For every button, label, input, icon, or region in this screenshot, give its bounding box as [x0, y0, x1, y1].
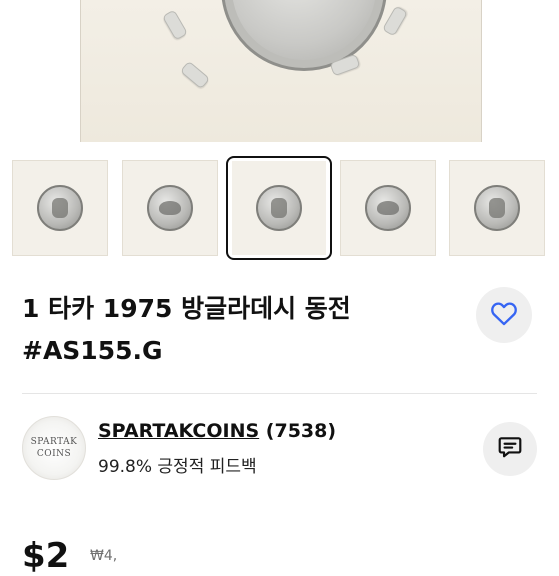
thumbnail-1[interactable]	[12, 160, 108, 256]
coin-thumbnail	[365, 185, 411, 231]
listing-title-line2: #AS155.G	[22, 336, 163, 365]
heart-icon	[490, 300, 518, 330]
thumbnail-3-selected[interactable]	[226, 156, 332, 260]
coin-holder-photo	[80, 0, 482, 142]
coin-image	[221, 0, 387, 71]
seller-name-link[interactable]: SPARTAKCOINS	[98, 420, 259, 442]
listing-title: 1 타카 1975 방글라데시 동전 #AS155.G	[22, 288, 462, 372]
holder-tab	[161, 9, 189, 41]
section-divider	[22, 393, 537, 394]
watch-button[interactable]	[476, 287, 532, 343]
seller-logo-text-bottom: COINS	[36, 449, 72, 459]
price: $2	[22, 536, 70, 576]
thumbnail-5[interactable]	[449, 160, 545, 256]
coin-thumbnail	[256, 185, 302, 231]
seller-feedback: 99.8% 긍정적 피드백	[98, 457, 257, 477]
main-image[interactable]	[0, 0, 559, 142]
thumbnail-strip	[12, 156, 559, 260]
seller-rating-count: (7538)	[265, 420, 337, 442]
seller-info: SPARTAKCOINS (7538)	[98, 420, 336, 442]
listing-title-line1: 1 타카 1975 방글라데시 동전	[22, 294, 351, 323]
thumbnail-2[interactable]	[122, 160, 218, 256]
holder-tab	[179, 60, 211, 90]
coin-thumbnail	[147, 185, 193, 231]
coin-thumbnail	[37, 185, 83, 231]
message-icon	[497, 434, 523, 464]
coin-thumbnail	[474, 185, 520, 231]
holder-tab	[381, 5, 409, 37]
seller-logo-text-top: SPARTAK	[30, 437, 78, 447]
seller-logo[interactable]: SPARTAK COINS	[22, 416, 86, 480]
thumbnail-4[interactable]	[340, 160, 436, 256]
price-converted: ₩4,	[90, 548, 118, 564]
message-seller-button[interactable]	[483, 422, 537, 476]
